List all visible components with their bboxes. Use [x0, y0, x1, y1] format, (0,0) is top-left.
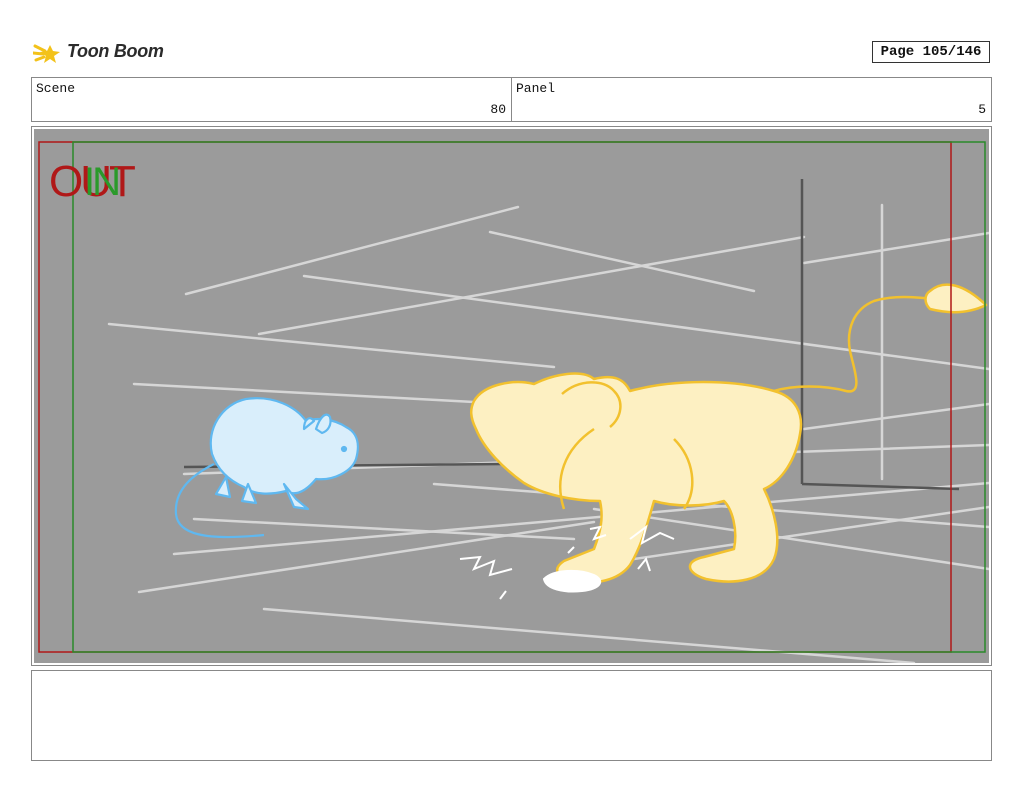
panel-cell: Panel 5 — [512, 78, 991, 121]
scene-value: 80 — [490, 102, 506, 117]
panel-artwork — [34, 129, 989, 663]
scene-panel-row: Scene 80 Panel 5 — [31, 77, 992, 122]
storyboard-frame: OUT IN — [31, 126, 992, 666]
star-burst-icon — [33, 44, 60, 63]
panel-value: 5 — [978, 102, 986, 117]
scene-cell: Scene 80 — [32, 78, 512, 121]
notes-box — [31, 670, 992, 761]
page-counter: Page 105/146 — [872, 41, 990, 63]
in-frame-label: IN — [84, 160, 121, 204]
panel-label: Panel — [516, 81, 556, 96]
logo-text: Toon Boom — [67, 41, 164, 61]
toon-boom-logo: Toon Boom — [33, 36, 173, 70]
scene-label: Scene — [36, 81, 76, 96]
